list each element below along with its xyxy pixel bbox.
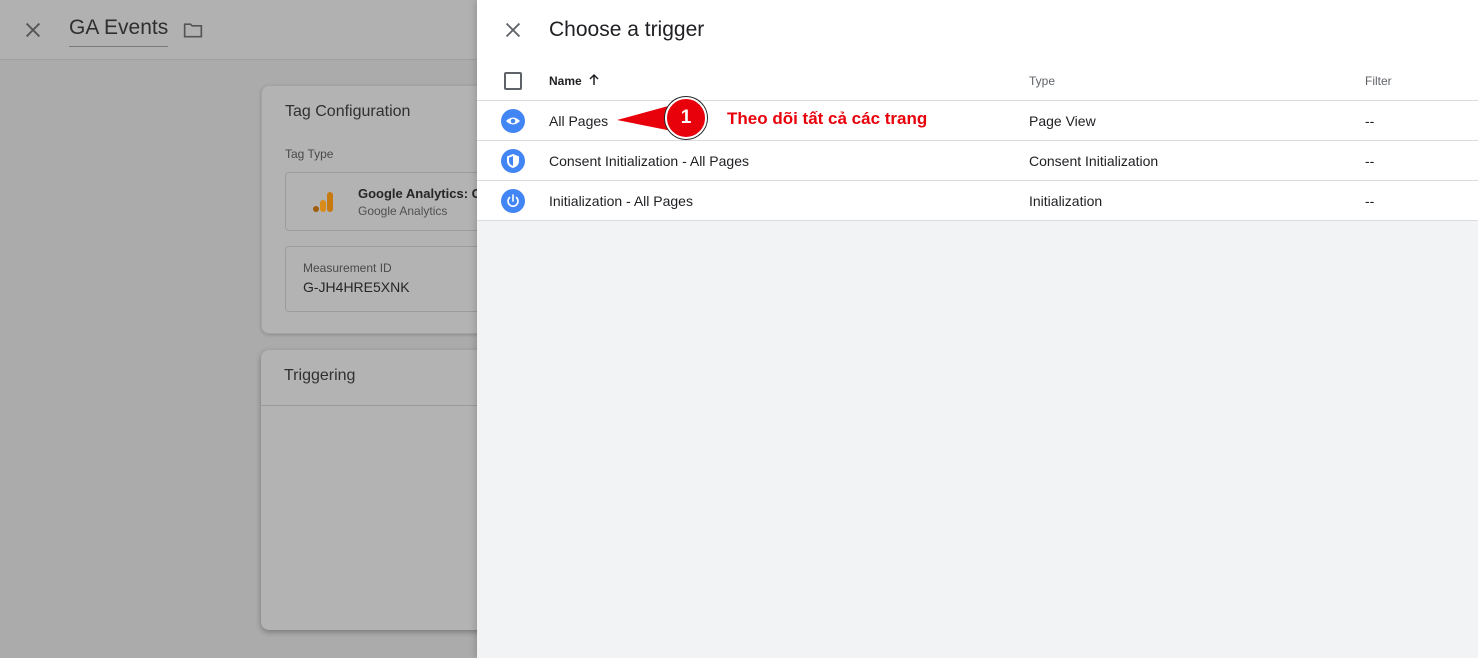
tag-type-vendor: Google Analytics	[358, 204, 448, 218]
trigger-table: Name Type Filter All Pages Page View --	[477, 60, 1478, 221]
annotation-arrow	[617, 105, 672, 131]
triggering-title: Triggering	[284, 367, 356, 384]
measurement-id-value: G-JH4HRE5XNK	[303, 279, 410, 295]
table-header: Name Type Filter	[477, 60, 1478, 101]
google-analytics-icon	[313, 192, 333, 212]
trigger-filter: --	[1365, 193, 1375, 209]
annotation-number-badge: 1	[665, 97, 707, 139]
annotation-text: Theo dõi tất cả các trang	[727, 109, 928, 128]
trigger-filter: --	[1365, 153, 1375, 169]
tag-type-name: Google Analytics: G	[358, 186, 482, 201]
trigger-name[interactable]: Initialization - All Pages	[549, 193, 693, 209]
choose-trigger-panel: Choose a trigger Name Type Filter All Pa…	[477, 0, 1478, 658]
table-row[interactable]: Initialization - All Pages Initializatio…	[477, 181, 1478, 221]
trigger-type: Initialization	[1029, 193, 1103, 209]
panel-header: Choose a trigger	[477, 0, 1478, 60]
trigger-name[interactable]: All Pages	[549, 113, 608, 129]
trigger-filter: --	[1365, 113, 1375, 129]
eye-icon	[501, 109, 525, 133]
select-all-checkbox[interactable]	[504, 72, 522, 90]
shield-icon	[501, 149, 525, 173]
tag-configuration-title: Tag Configuration	[285, 103, 411, 120]
power-icon	[501, 189, 525, 213]
close-icon[interactable]	[22, 19, 44, 41]
trigger-type: Consent Initialization	[1029, 153, 1159, 169]
tag-type-label: Tag Type	[285, 147, 334, 161]
tag-name-title[interactable]: GA Events	[69, 16, 169, 47]
table-row[interactable]: Consent Initialization - All Pages Conse…	[477, 141, 1478, 181]
column-header-type[interactable]: Type	[1029, 74, 1055, 88]
trigger-name[interactable]: Consent Initialization - All Pages	[549, 153, 749, 169]
close-icon[interactable]	[502, 19, 524, 41]
panel-title: Choose a trigger	[549, 18, 705, 41]
measurement-id-label: Measurement ID	[303, 261, 392, 275]
column-header-name[interactable]: Name	[549, 74, 582, 88]
column-header-filter[interactable]: Filter	[1365, 74, 1392, 88]
trigger-type: Page View	[1029, 113, 1096, 129]
arrow-up-icon[interactable]	[588, 73, 600, 86]
folder-icon[interactable]	[183, 21, 203, 39]
